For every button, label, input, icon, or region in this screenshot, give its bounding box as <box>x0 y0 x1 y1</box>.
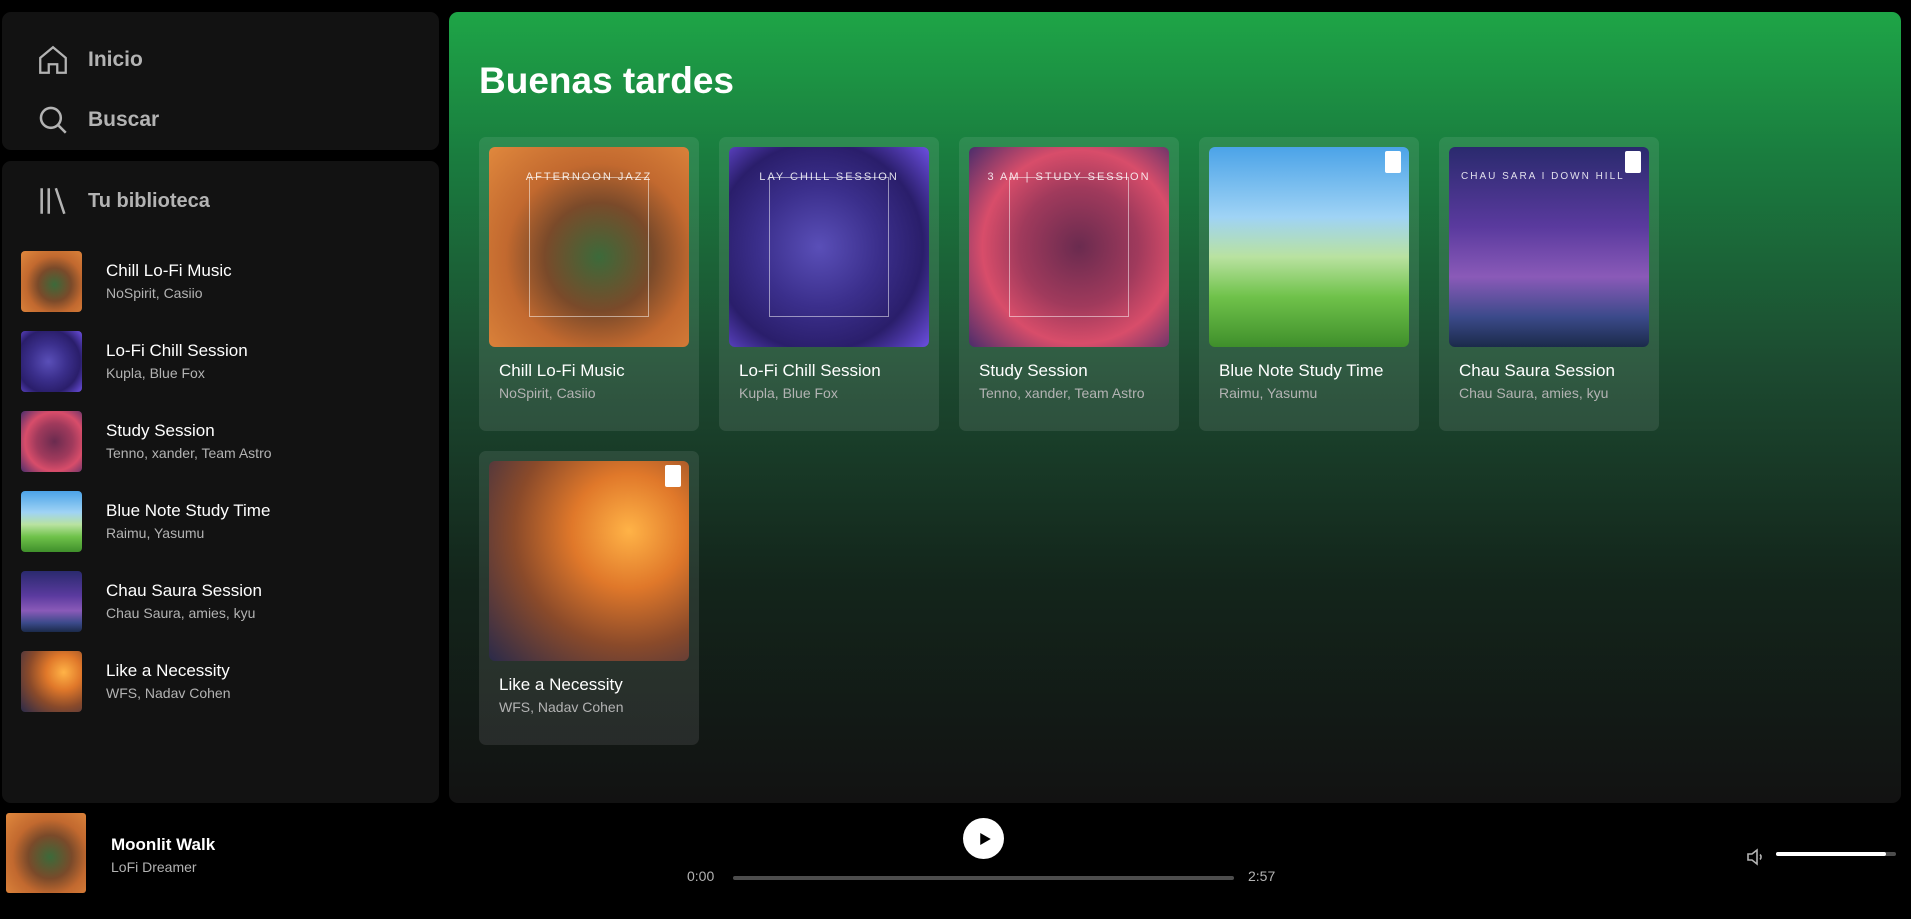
library-item-artists: Raimu, Yasumu <box>106 525 205 541</box>
card-title: Chill Lo-Fi Music <box>499 361 625 380</box>
player-bar: Moonlit Walk LoFi Dreamer 0:00 2:57 <box>0 803 1911 919</box>
now-playing-title[interactable]: Moonlit Walk <box>111 835 215 855</box>
library-item-artists: WFS, Nadav Cohen <box>106 685 231 701</box>
search-icon <box>39 106 67 134</box>
library-item-title: Study Session <box>106 421 215 440</box>
library-item-title: Lo-Fi Chill Session <box>106 341 248 360</box>
card-title: Lo-Fi Chill Session <box>739 361 881 380</box>
library-item-title: Chau Saura Session <box>106 581 262 600</box>
library-header[interactable]: Tu biblioteca <box>2 161 439 241</box>
library-item-title: Like a Necessity <box>106 661 230 680</box>
playlist-cover <box>21 490 82 552</box>
card-artists: Kupla, Blue Fox <box>739 385 838 401</box>
card-title: Like a Necessity <box>499 675 623 694</box>
play-button[interactable] <box>963 818 1004 859</box>
library-item-artists: NoSpirit, Casiio <box>106 285 203 301</box>
nav-item-label: Buscar <box>88 108 160 131</box>
card-title: Study Session <box>979 361 1088 380</box>
page-title: Buenas tardes <box>479 60 734 101</box>
playlist-card[interactable]: 3 AM | STUDY SESSION Study Session Tenno… <box>959 137 1179 431</box>
nav-item-home[interactable]: Inicio <box>2 30 439 90</box>
volume-slider[interactable] <box>1776 852 1896 856</box>
library-list: Chill Lo-Fi Music NoSpirit, Casiio Lo-Fi… <box>2 241 439 721</box>
library-panel: Tu biblioteca Chill Lo-Fi Music NoSpirit… <box>2 161 439 803</box>
playlist-cover <box>21 330 82 392</box>
library-item[interactable]: Study Session Tenno, xander, Team Astro <box>2 401 439 481</box>
playlist-card[interactable]: CHAU SARA I DOWN HILL Chau Saura Session… <box>1439 137 1659 431</box>
playlist-cover: AFTERNOON JAZZ <box>489 147 689 347</box>
playlist-card[interactable]: Like a Necessity WFS, Nadav Cohen <box>479 451 699 745</box>
playlist-cover <box>489 461 689 661</box>
nav-item-search[interactable]: Buscar <box>2 90 439 150</box>
card-artists: Tenno, xander, Team Astro <box>979 385 1145 401</box>
volume-icon[interactable] <box>1744 845 1768 869</box>
card-artists: WFS, Nadav Cohen <box>499 699 624 715</box>
playlist-cover <box>1209 147 1409 347</box>
cover-frame <box>529 177 649 317</box>
playlist-cover: 3 AM | STUDY SESSION <box>969 147 1169 347</box>
library-item[interactable]: Chau Saura Session Chau Saura, amies, ky… <box>2 561 439 641</box>
library-item[interactable]: Like a Necessity WFS, Nadav Cohen <box>2 641 439 721</box>
card-artists: Raimu, Yasumu <box>1219 385 1318 401</box>
playlist-cover <box>21 410 82 472</box>
label-badge-icon <box>665 465 681 487</box>
volume-fill <box>1776 852 1887 856</box>
total-time: 2:57 <box>1248 868 1276 884</box>
card-title: Blue Note Study Time <box>1219 361 1384 380</box>
label-badge-icon <box>1625 151 1641 173</box>
nav-item-label: Inicio <box>88 48 143 71</box>
library-item-title: Blue Note Study Time <box>106 501 271 520</box>
main-content: Buenas tardes AFTERNOON JAZZ Chill Lo-Fi… <box>449 12 1901 803</box>
playlist-card[interactable]: Blue Note Study Time Raimu, Yasumu <box>1199 137 1419 431</box>
library-item[interactable]: Chill Lo-Fi Music NoSpirit, Casiio <box>2 241 439 321</box>
cover-text: CHAU SARA I DOWN HILL <box>1461 171 1625 182</box>
progress-bar[interactable] <box>733 876 1234 880</box>
cover-frame <box>1009 177 1129 317</box>
library-item[interactable]: Blue Note Study Time Raimu, Yasumu <box>2 481 439 561</box>
playlist-cover <box>21 250 82 312</box>
now-playing-artist[interactable]: LoFi Dreamer <box>111 859 197 875</box>
library-item-artists: Tenno, xander, Team Astro <box>106 445 272 461</box>
nav-panel: Inicio Buscar <box>2 12 439 150</box>
now-playing-cover[interactable] <box>6 813 86 893</box>
playlist-cover <box>21 650 82 712</box>
cover-frame <box>769 177 889 317</box>
current-time: 0:00 <box>687 868 715 884</box>
card-artists: NoSpirit, Casiio <box>499 385 596 401</box>
library-item[interactable]: Lo-Fi Chill Session Kupla, Blue Fox <box>2 321 439 401</box>
playlist-card[interactable]: AFTERNOON JAZZ Chill Lo-Fi Music NoSpiri… <box>479 137 699 431</box>
library-item-title: Chill Lo-Fi Music <box>106 261 232 280</box>
library-icon <box>40 187 66 215</box>
library-item-artists: Chau Saura, amies, kyu <box>106 605 256 621</box>
library-title: Tu biblioteca <box>88 189 210 212</box>
library-item-artists: Kupla, Blue Fox <box>106 365 205 381</box>
playlist-cover: LAY CHILL SESSION <box>729 147 929 347</box>
playlist-cover <box>21 570 82 632</box>
playlist-card[interactable]: LAY CHILL SESSION Lo-Fi Chill Session Ku… <box>719 137 939 431</box>
card-artists: Chau Saura, amies, kyu <box>1459 385 1609 401</box>
card-title: Chau Saura Session <box>1459 361 1615 380</box>
home-icon <box>39 45 67 74</box>
playlist-cover: CHAU SARA I DOWN HILL <box>1449 147 1649 347</box>
label-badge-icon <box>1385 151 1401 173</box>
play-icon <box>979 832 991 845</box>
